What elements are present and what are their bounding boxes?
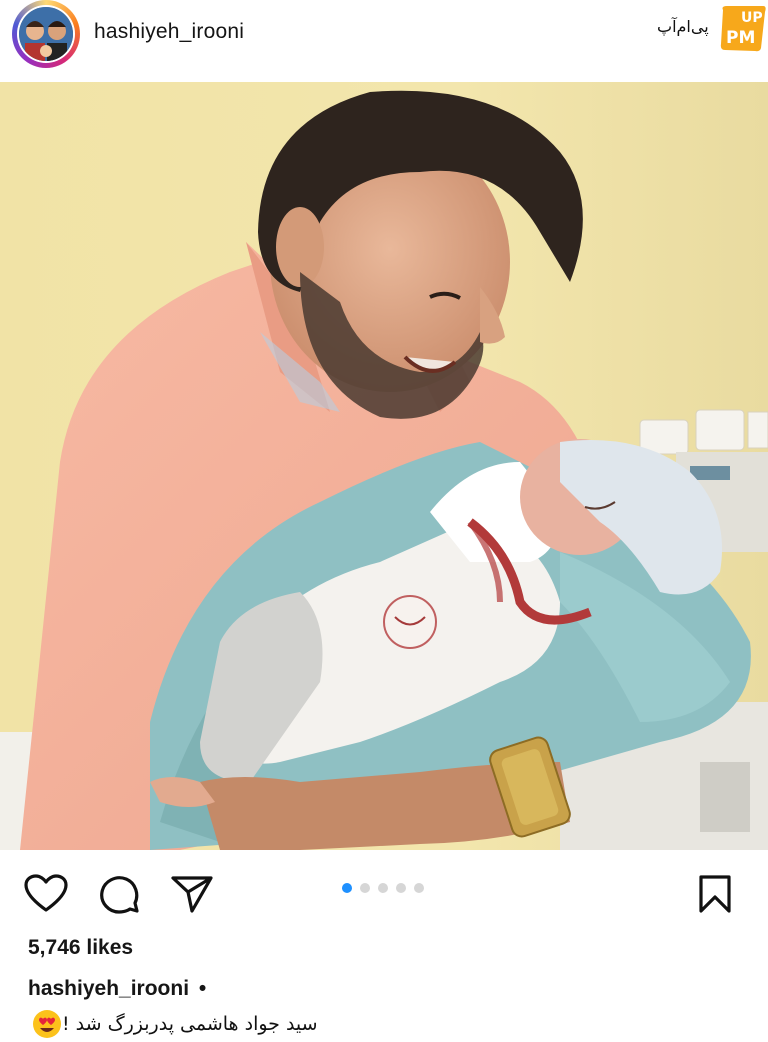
send-icon[interactable] xyxy=(170,874,214,914)
brand-logo: پی‌ام‌آپ UP PM xyxy=(657,6,766,52)
avatar-faces-icon xyxy=(19,7,73,61)
heart-eyes-emoji-icon xyxy=(33,1010,61,1038)
caption-username[interactable]: hashiyeh_irooni xyxy=(28,977,189,1000)
caption-username-row: hashiyeh_irooni • xyxy=(28,977,206,1001)
likes-count[interactable]: 5,746 likes xyxy=(28,936,133,960)
avatar[interactable] xyxy=(12,0,80,68)
carousel-dot-3 xyxy=(378,883,388,893)
header-username[interactable]: hashiyeh_irooni xyxy=(94,20,244,44)
action-bar xyxy=(0,860,768,930)
bookmark-icon[interactable] xyxy=(697,874,733,914)
comment-icon[interactable] xyxy=(98,874,140,916)
carousel-dot-1 xyxy=(342,883,352,893)
carousel-dot-2 xyxy=(360,883,370,893)
heart-icon[interactable] xyxy=(24,874,68,914)
caption-text: سید جواد هاشمی پدربزرگ شد ! xyxy=(62,1013,318,1035)
logo-text: پی‌ام‌آپ xyxy=(657,17,709,37)
carousel-indicator xyxy=(342,883,424,893)
caption: سید جواد هاشمی پدربزرگ شد ! xyxy=(28,1008,358,1040)
logo-badge-top: UP xyxy=(741,10,763,26)
carousel-dot-4 xyxy=(396,883,406,893)
post-image[interactable] xyxy=(0,82,768,850)
post-photo xyxy=(0,82,768,850)
caption-separator: • xyxy=(198,977,207,1000)
logo-badge-text: PM xyxy=(726,28,755,48)
post-header: hashiyeh_irooni پی‌ام‌آپ UP PM xyxy=(0,0,768,80)
avatar-image xyxy=(19,7,73,61)
carousel-dot-5 xyxy=(414,883,424,893)
avatar-ring xyxy=(17,5,75,63)
